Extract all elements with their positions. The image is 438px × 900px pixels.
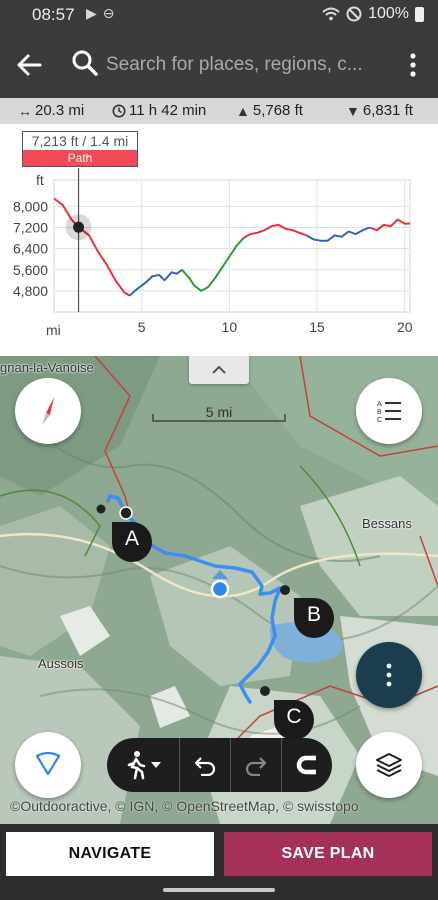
bottom-action-bar: NAVIGATE SAVE PLAN	[0, 824, 438, 882]
map-scale: 5 mi	[152, 404, 286, 422]
list-icon: A B C	[377, 401, 401, 424]
svg-text:B: B	[377, 409, 382, 416]
waypoint-marker-c[interactable]: C	[272, 698, 316, 742]
scale-bar	[152, 414, 286, 422]
place-label: Bessans	[362, 516, 412, 531]
distance-icon: ↔	[18, 102, 32, 119]
descent-icon: ▼	[346, 102, 360, 119]
plot-frame	[53, 179, 411, 313]
chevron-down-icon	[151, 762, 161, 768]
tooltip-label: Path	[23, 150, 137, 166]
walking-icon	[127, 751, 146, 780]
map-view[interactable]: gnan-la-Vanoise Bessans Aussois 5 mi A B…	[0, 356, 438, 824]
view-cone-icon	[35, 751, 61, 776]
stat-descent: ▼ 6,831 ft	[346, 102, 413, 119]
ascent-value: 5,768 ft	[252, 102, 303, 119]
svg-text:C: C	[377, 417, 382, 424]
redo-button[interactable]	[231, 738, 281, 792]
x-axis-unit: mi	[46, 322, 61, 338]
more-options-button[interactable]	[356, 642, 422, 708]
battery-icon	[415, 6, 424, 22]
profile-cursor-dot	[73, 221, 85, 233]
undo-icon	[194, 757, 216, 776]
compass-icon	[42, 397, 54, 425]
activity-selector[interactable]	[107, 738, 179, 792]
y-tick-label: 4,800	[13, 283, 48, 299]
distance-value: 20.3 mi	[35, 102, 85, 119]
collapse-profile-handle[interactable]	[189, 356, 249, 384]
y-axis-unit: ft	[36, 172, 44, 188]
save-plan-button[interactable]: SAVE PLAN	[224, 832, 432, 876]
stat-distance: ↔ 20.3 mi	[18, 102, 84, 119]
waypoint-marker-a[interactable]: A	[110, 520, 154, 564]
status-right: 100%	[322, 5, 424, 23]
x-tick-label: 15	[309, 319, 325, 335]
ascent-icon: ▲	[236, 102, 250, 119]
route-stats-bar: ↔ 20.3 mi 11 h 42 min ▲ 5,768 ft ▼ 6,831…	[0, 98, 438, 124]
y-tick-label: 6,400	[13, 241, 48, 257]
navigate-button[interactable]: NAVIGATE	[6, 832, 214, 876]
svg-text:A: A	[377, 401, 382, 408]
blocked-icon	[346, 6, 362, 22]
y-tick-label: 8,000	[13, 198, 48, 214]
waypoint-label: A	[124, 527, 139, 550]
search-icon[interactable]	[70, 48, 100, 78]
battery-percentage: 100%	[368, 5, 409, 22]
elevation-line-segment	[306, 226, 371, 242]
elevation-profile[interactable]: 4,800 5,600 6,400 7,200 8,000 5 10 15 20 ft mi 7…	[0, 124, 438, 356]
magnet-icon	[296, 755, 316, 775]
layers-icon	[376, 753, 402, 777]
elevation-line-segment	[181, 237, 245, 292]
tooltip-value: 7,213 ft / 1.4 mi	[31, 133, 129, 149]
home-gesture-pill[interactable]	[163, 888, 275, 892]
stat-duration: 11 h 42 min	[112, 102, 206, 119]
compass-button[interactable]	[15, 378, 81, 444]
waypoint-marker-b[interactable]: B	[292, 596, 336, 640]
wifi-icon	[322, 7, 340, 21]
waypoint-label: C	[286, 705, 302, 728]
duration-value: 11 h 42 min	[129, 102, 207, 119]
x-tick-label: 5	[138, 319, 146, 335]
x-tick-label: 20	[397, 319, 413, 335]
elevation-line-segment	[53, 197, 130, 297]
y-tick-label: 7,200	[13, 220, 48, 236]
play-icon: ▶	[86, 5, 103, 21]
undo-button[interactable]	[180, 738, 230, 792]
x-tick-label: 10	[222, 319, 238, 335]
status-time: 08:57	[32, 5, 75, 24]
back-arrow-icon[interactable]	[12, 48, 46, 82]
search-input[interactable]	[106, 52, 382, 78]
y-tick-label: 5,600	[13, 262, 48, 278]
view-cone-button[interactable]	[15, 732, 81, 798]
place-label: Aussois	[38, 656, 84, 671]
elevation-line-segment	[242, 223, 307, 239]
status-bar: 08:57 ▶⊖ 100%	[0, 0, 438, 30]
descent-value: 6,831 ft	[362, 102, 413, 119]
place-label: gnan-la-Vanoise	[0, 360, 94, 375]
map-attribution[interactable]: ©Outdooractive, © IGN, © OpenStreetMap, …	[10, 798, 359, 814]
profile-tooltip: 7,213 ft / 1.4 mi Path	[22, 131, 138, 167]
snap-to-route-button[interactable]	[282, 738, 332, 792]
planning-toolbar	[107, 738, 332, 792]
route-list-button[interactable]: A B C	[356, 378, 422, 444]
redo-icon	[245, 757, 267, 776]
app-bar	[0, 30, 438, 98]
waypoint-label: B	[306, 603, 321, 626]
dnd-icon: ⊖	[102, 5, 121, 21]
clock-icon	[112, 104, 126, 117]
elevation-line-segment	[369, 218, 410, 232]
map-layers-button[interactable]	[356, 732, 422, 798]
chevron-up-icon	[212, 365, 226, 374]
stat-ascent: ▲ 5,768 ft	[236, 102, 303, 119]
elevation-line-segment	[128, 269, 183, 297]
system-nav-bar	[0, 882, 438, 900]
more-vertical-icon	[386, 663, 392, 687]
status-notification-icons: ▶⊖	[86, 5, 121, 22]
more-vertical-icon[interactable]	[402, 50, 424, 80]
